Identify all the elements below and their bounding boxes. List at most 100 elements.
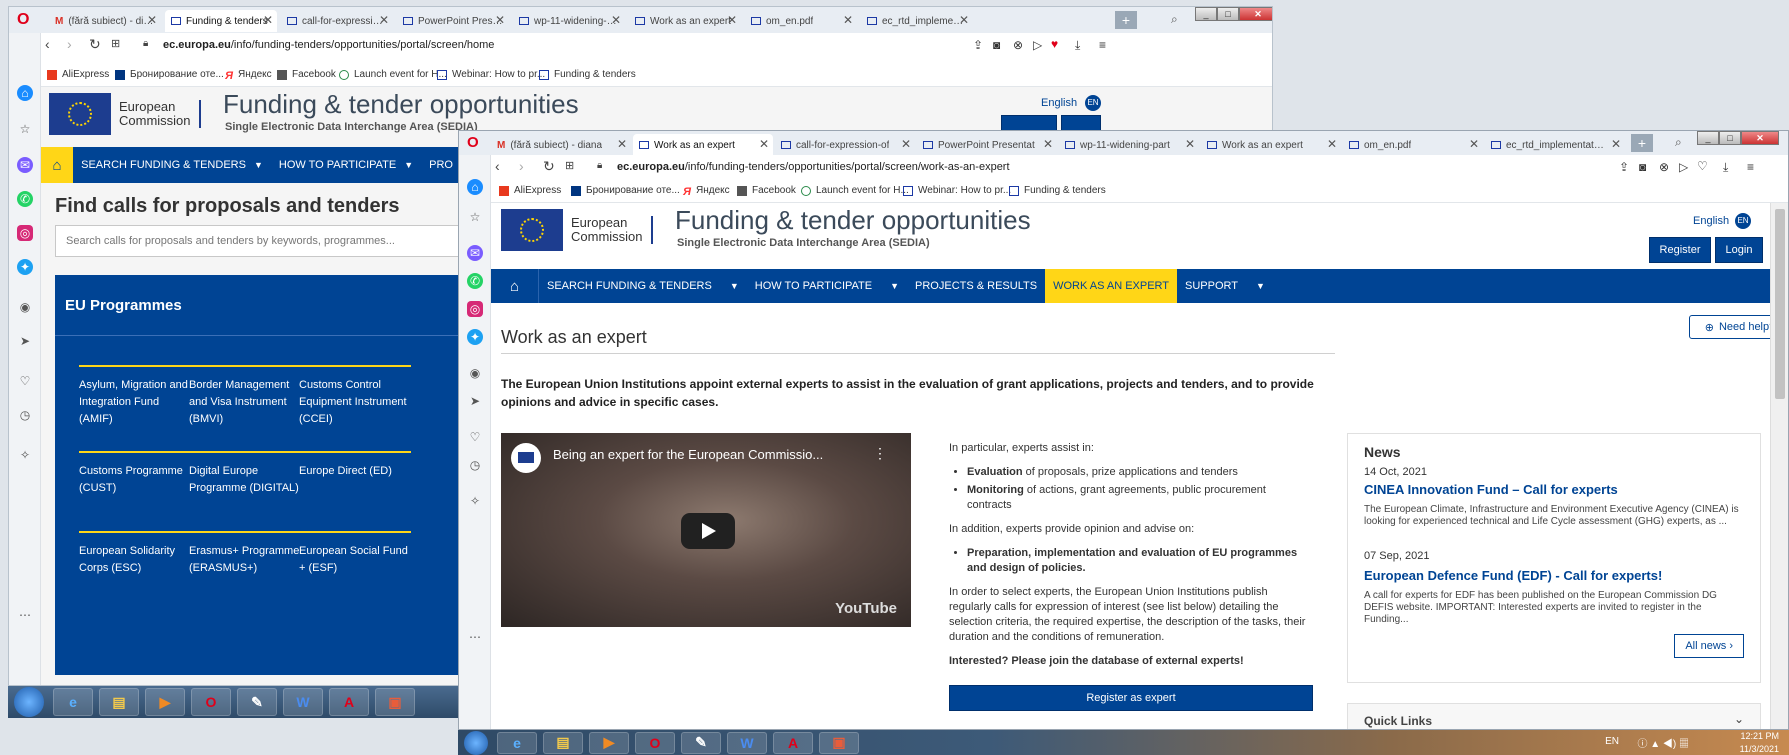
heart-icon[interactable]: ♥ [1051,37,1058,51]
news-title-link[interactable]: European Defence Fund (EDF) - Call for e… [1364,568,1662,583]
close-icon[interactable]: ✕ [1469,137,1479,151]
share-icon[interactable]: ⇪ [1619,160,1629,174]
bookmark-facebook[interactable]: Facebook [737,185,796,196]
vpn-icon[interactable]: ⊗ [1659,160,1669,174]
close-icon[interactable]: ✕ [1043,137,1053,151]
start-button[interactable] [464,730,488,755]
tab-active[interactable]: Work as an expert ✕ [633,134,773,156]
reload-icon[interactable]: ↻ [543,158,555,175]
more-icon[interactable]: ⋯ [17,607,33,623]
home-icon[interactable]: ⌂ [41,147,74,183]
tabs-grid-icon[interactable]: ⊞ [111,37,120,50]
reload-icon[interactable]: ↻ [89,36,101,53]
opera-logo-icon[interactable]: O [17,11,29,29]
player-icon[interactable]: ◉ [467,365,483,381]
whatsapp-icon[interactable]: ✆ [467,273,483,289]
youtube-logo[interactable]: YouTube [835,600,897,617]
media-player-icon[interactable]: ▶ [145,688,185,716]
programme-link[interactable]: Asylum, Migration and Integration Fund (… [79,365,191,428]
tab[interactable]: M (fără subiect) - diana ✕ [491,134,631,156]
programme-link[interactable]: Customs Control Equipment Instrument (CC… [299,365,411,428]
word-icon[interactable]: W [727,731,767,754]
tabs-grid-icon[interactable]: ⊞ [565,159,574,172]
maximize-button[interactable]: □ [1217,7,1239,21]
new-tab-button[interactable]: + [1631,134,1653,152]
bookmark-launch-event[interactable]: Launch event for H... [801,185,909,196]
close-icon[interactable]: ✕ [611,13,621,27]
search-icon[interactable]: ⌕ [1171,12,1178,27]
front-browser-window[interactable]: O M (fără subiect) - diana ✕ Work as an ex… [458,130,1789,730]
new-tab-button[interactable]: + [1115,11,1137,29]
twitter-icon[interactable]: ✦ [17,259,33,275]
menu-icon[interactable]: ≡ [1747,160,1754,174]
page-scrollbar[interactable] [1770,203,1788,729]
programme-link[interactable]: European Solidarity Corps (ESC) [79,531,191,577]
ie-icon[interactable]: e [497,731,537,754]
word-icon[interactable]: W [283,688,323,716]
tab[interactable]: Work as an expert ✕ [629,10,741,32]
messenger-icon[interactable]: ✉ [467,245,483,261]
chevron-down-icon[interactable]: ⌄ [1734,712,1744,726]
login-button[interactable]: Login [1715,237,1763,263]
video-title[interactable]: Being an expert for the European Commiss… [553,447,823,462]
bookmark-facebook[interactable]: Facebook [277,69,336,80]
opera-logo-icon[interactable]: O [467,134,479,151]
calls-search-input[interactable]: Search calls for proposals and tenders b… [55,225,475,257]
whatsapp-icon[interactable]: ✆ [17,191,33,207]
speed-dial-icon[interactable]: ☆ [17,121,33,137]
back-icon[interactable]: ‹ [495,158,500,174]
history-icon[interactable]: ◷ [17,407,33,423]
camera-icon[interactable]: ◙ [1639,160,1646,174]
instagram-icon[interactable]: ◎ [467,301,483,317]
speed-dial-icon[interactable]: ☆ [467,209,483,225]
bookmark-launch-event[interactable]: Launch event for H... [339,69,447,80]
tab[interactable]: M (fără subiect) - diana ✕ [49,10,161,32]
twitter-icon[interactable]: ✦ [467,329,483,345]
tab[interactable]: ec_rtd_implementation✕ [1485,134,1625,156]
paint-icon[interactable]: ✎ [681,731,721,754]
nav-how-to-participate[interactable]: HOW TO PARTICIPATE ▼ [747,269,907,303]
close-icon[interactable]: ✕ [617,137,627,151]
forward-icon[interactable]: › [67,36,72,52]
close-icon[interactable]: ✕ [263,13,273,27]
tab[interactable]: Work as an expert ✕ [1201,134,1341,156]
close-icon[interactable]: ✕ [147,13,157,27]
more-icon[interactable]: ⋯ [467,629,483,645]
tab[interactable]: ec_rtd_implementation✕ [861,10,973,32]
messenger-icon[interactable]: ✉ [17,157,33,173]
app-icon[interactable]: ▣ [819,731,859,754]
programme-link[interactable]: Border Management and Visa Instrument (B… [189,365,301,428]
language-selector[interactable]: English [1041,97,1077,109]
tab[interactable]: PowerPoint Presentat✕ [397,10,509,32]
quick-links-panel[interactable]: Quick Links ⌄ [1347,703,1761,729]
bookmark-aliexpress[interactable]: AliExpress [499,185,561,196]
maximize-button[interactable]: □ [1719,131,1741,145]
opera-icon[interactable]: O [635,731,675,754]
register-as-expert-button[interactable]: Register as expert [949,685,1313,711]
bookmark-funding-tenders[interactable]: Funding & tenders [1009,185,1106,196]
start-button[interactable] [14,687,44,717]
tab-active[interactable]: Funding & tenders ✕ [165,10,277,32]
close-icon[interactable]: ✕ [901,137,911,151]
lightbulb-icon[interactable]: ✧ [17,447,33,463]
lightbulb-icon[interactable]: ✧ [467,493,483,509]
tab[interactable]: PowerPoint Presentat✕ [917,134,1057,156]
close-icon[interactable]: ✕ [843,13,853,27]
flow-icon[interactable]: ▷ [1033,38,1042,52]
menu-icon[interactable]: ≡ [1099,38,1106,52]
close-icon[interactable]: ✕ [959,13,969,27]
close-icon[interactable]: ✕ [495,13,505,27]
instagram-icon[interactable]: ◎ [17,225,33,241]
nav-support[interactable]: SUPPORT ▼ [1177,269,1273,303]
send-icon[interactable]: ➤ [17,333,33,349]
ec-logo[interactable]: European Commission [49,93,201,135]
programme-link[interactable]: Digital Europe Programme (DIGITAL) [189,451,301,497]
tab[interactable]: wp-11-widening-part ✕ [513,10,625,32]
close-icon[interactable]: ✕ [1185,137,1195,151]
more-vertical-icon[interactable]: ⋮ [873,445,887,462]
search-icon[interactable]: ⌕ [1675,135,1682,150]
programme-link[interactable]: European Social Fund + (ESF) [299,531,411,577]
explorer-icon[interactable]: ▤ [99,688,139,716]
tab[interactable]: call-for-expression-of ✕ [281,10,393,32]
home-icon[interactable]: ⌂ [467,179,483,195]
